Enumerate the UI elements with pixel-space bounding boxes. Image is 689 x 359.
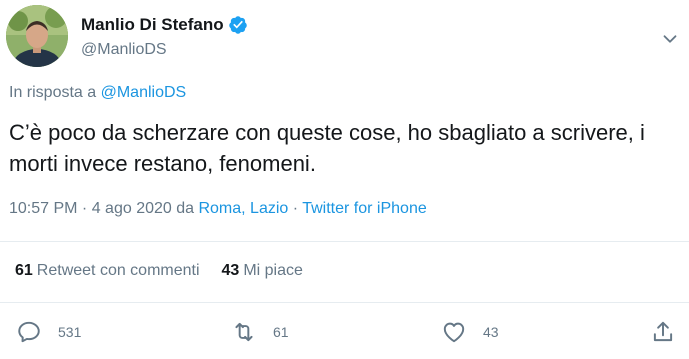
author-block[interactable]: Manlio Di Stefano @ManlioDS (81, 14, 248, 59)
retweets-stat[interactable]: 61 Retweet con commenti (15, 262, 200, 280)
chevron-down-icon[interactable] (659, 28, 681, 50)
heart-icon (443, 322, 465, 343)
retweets-count: 61 (15, 262, 33, 279)
reply-mention-link[interactable]: @ManlioDS (101, 84, 187, 101)
share-icon (653, 321, 673, 342)
reply-count: 531 (58, 324, 82, 340)
tweet-meta: 10:57 PM · 4 ago 2020 da Roma, Lazio · T… (9, 200, 427, 218)
like-button[interactable]: 43 (441, 318, 499, 346)
retweet-button[interactable]: 61 (231, 318, 289, 346)
like-count: 43 (483, 324, 499, 340)
likes-count: 43 (221, 262, 240, 279)
reply-context: In risposta a @ManlioDS (9, 84, 186, 102)
location-prefix: da (171, 200, 199, 217)
retweet-count: 61 (273, 324, 289, 340)
meta-separator: · (77, 200, 92, 217)
location-link[interactable]: Roma, Lazio (198, 200, 288, 217)
divider (0, 241, 689, 242)
tweet-date[interactable]: 4 ago 2020 (92, 200, 172, 217)
tweet-text: C’è poco da scherzare con queste cose, h… (9, 120, 645, 176)
likes-stat[interactable]: 43 Mi piace (222, 262, 303, 280)
tweet-card: Manlio Di Stefano @ManlioDS In risposta … (0, 0, 689, 359)
divider (0, 302, 689, 303)
tweet-time[interactable]: 10:57 PM (9, 200, 77, 217)
name-row: Manlio Di Stefano (81, 14, 248, 36)
likes-label: Mi piace (243, 262, 303, 279)
avatar[interactable] (6, 5, 68, 67)
reply-prefix: In risposta a (9, 84, 97, 101)
reply-button[interactable]: 531 (16, 318, 81, 346)
reply-icon (18, 321, 40, 343)
meta-separator: · (288, 200, 303, 217)
source-link[interactable]: Twitter for iPhone (302, 200, 427, 217)
share-button[interactable] (650, 318, 676, 346)
handle[interactable]: @ManlioDS (81, 41, 248, 59)
retweets-label: Retweet con commenti (36, 262, 200, 279)
verified-badge-icon (228, 16, 247, 34)
display-name[interactable]: Manlio Di Stefano (81, 15, 224, 35)
retweet-icon (235, 322, 253, 342)
tweet-stats: 61 Retweet con commenti 43 Mi piace (15, 262, 303, 280)
